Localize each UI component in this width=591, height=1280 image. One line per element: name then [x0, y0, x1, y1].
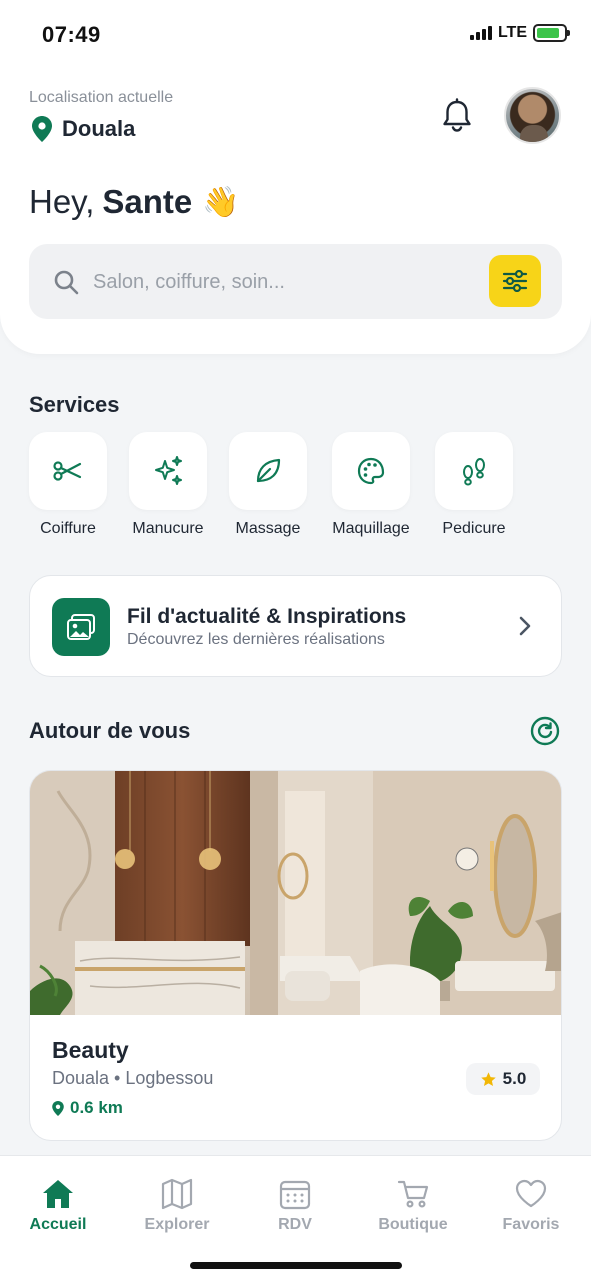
network-type: LTE	[497, 24, 527, 41]
salon-distance: 0.6 km	[52, 1098, 123, 1118]
salon-interior-image	[30, 771, 561, 1015]
service-label: Pedicure	[442, 520, 506, 537]
service-coiffure[interactable]: Coiffure	[28, 432, 108, 538]
signal-icon	[469, 26, 492, 40]
status-bar: 07:49 LTE	[0, 0, 591, 70]
search-icon	[54, 270, 79, 295]
tab-label: Favoris	[502, 1216, 560, 1233]
service-icon-box	[435, 432, 513, 510]
location-selector[interactable]: Douala	[32, 116, 135, 142]
search-bar[interactable]: Salon, coiffure, soin...	[29, 244, 562, 319]
rating-badge: 5.0	[466, 1063, 540, 1095]
greeting: Hey, Sante 👋	[29, 183, 240, 221]
battery-fill	[537, 28, 560, 38]
service-label: Massage	[235, 520, 301, 537]
tab-favoris[interactable]: Favoris	[481, 1178, 581, 1234]
service-label: Manucure	[132, 520, 204, 537]
greeting-text: Hey,	[29, 183, 95, 220]
calendar-icon	[279, 1180, 311, 1210]
nearby-title: Autour de vous	[29, 718, 191, 743]
rating-value: 5.0	[502, 1069, 527, 1088]
service-icon-box	[332, 432, 410, 510]
services-title: Services	[29, 392, 120, 417]
service-massage[interactable]: Massage	[228, 432, 308, 538]
service-label: Coiffure	[40, 520, 96, 537]
tab-boutique[interactable]: Boutique	[363, 1178, 463, 1234]
feed-title: Fil d'actualité & Inspirations	[127, 605, 407, 628]
heart-icon	[515, 1179, 547, 1208]
salon-name: Beauty	[52, 1037, 129, 1063]
tab-label: Explorer	[144, 1216, 210, 1233]
status-time: 07:49	[42, 22, 101, 47]
tab-label: Accueil	[29, 1216, 87, 1233]
home-indicator	[190, 1262, 402, 1269]
salon-location: Douala • Logbessou	[52, 1068, 214, 1088]
tab-rdv[interactable]: RDV	[245, 1178, 345, 1234]
footprints-icon	[463, 458, 485, 486]
star-icon	[480, 1071, 496, 1086]
feed-inspirations-card[interactable]: Fil d'actualité & Inspirations Découvrez…	[29, 575, 562, 677]
salon-distance-value: 0.6 km	[70, 1098, 123, 1117]
service-icon-box	[29, 432, 107, 510]
tab-label: Boutique	[378, 1216, 448, 1233]
service-maquillage[interactable]: Maquillage	[331, 432, 411, 538]
chevron-right-icon	[519, 616, 531, 636]
greeting-user-name: Sante	[102, 183, 193, 220]
wave-emoji: 👋	[202, 185, 240, 219]
leaf-icon	[256, 458, 281, 483]
map-pin-icon	[32, 116, 52, 142]
search-input[interactable]: Salon, coiffure, soin...	[93, 271, 285, 294]
refresh-icon[interactable]	[530, 716, 560, 746]
sliders-icon	[502, 270, 528, 292]
scissors-icon	[53, 461, 82, 481]
gallery-icon-box	[52, 598, 110, 656]
map-icon	[161, 1178, 193, 1210]
battery-icon	[533, 24, 570, 42]
filter-button[interactable]	[489, 255, 541, 307]
service-icon-box	[129, 432, 207, 510]
tab-label: RDV	[278, 1216, 312, 1233]
tab-accueil[interactable]: Accueil	[8, 1178, 108, 1234]
location-city: Douala	[62, 116, 136, 141]
user-avatar[interactable]	[504, 87, 561, 144]
cart-icon	[397, 1180, 429, 1208]
service-pedicure[interactable]: Pedicure	[434, 432, 514, 538]
sparkles-icon	[155, 456, 182, 485]
map-pin-icon	[52, 1100, 64, 1116]
tab-explorer[interactable]: Explorer	[127, 1178, 227, 1234]
service-manucure[interactable]: Manucure	[128, 432, 208, 538]
status-indicators: LTE	[469, 24, 570, 42]
salon-card[interactable]: Beauty Douala • Logbessou 0.6 km 5.0	[29, 770, 562, 1141]
service-icon-box	[229, 432, 307, 510]
bell-icon[interactable]	[440, 98, 474, 134]
feed-subtitle: Découvrez les dernières réalisations	[127, 631, 385, 648]
home-icon	[43, 1180, 73, 1208]
salon-photo	[30, 771, 561, 1015]
service-label: Maquillage	[332, 520, 410, 537]
gallery-icon	[67, 614, 95, 640]
location-label: Localisation actuelle	[29, 89, 174, 106]
palette-icon	[357, 457, 385, 485]
